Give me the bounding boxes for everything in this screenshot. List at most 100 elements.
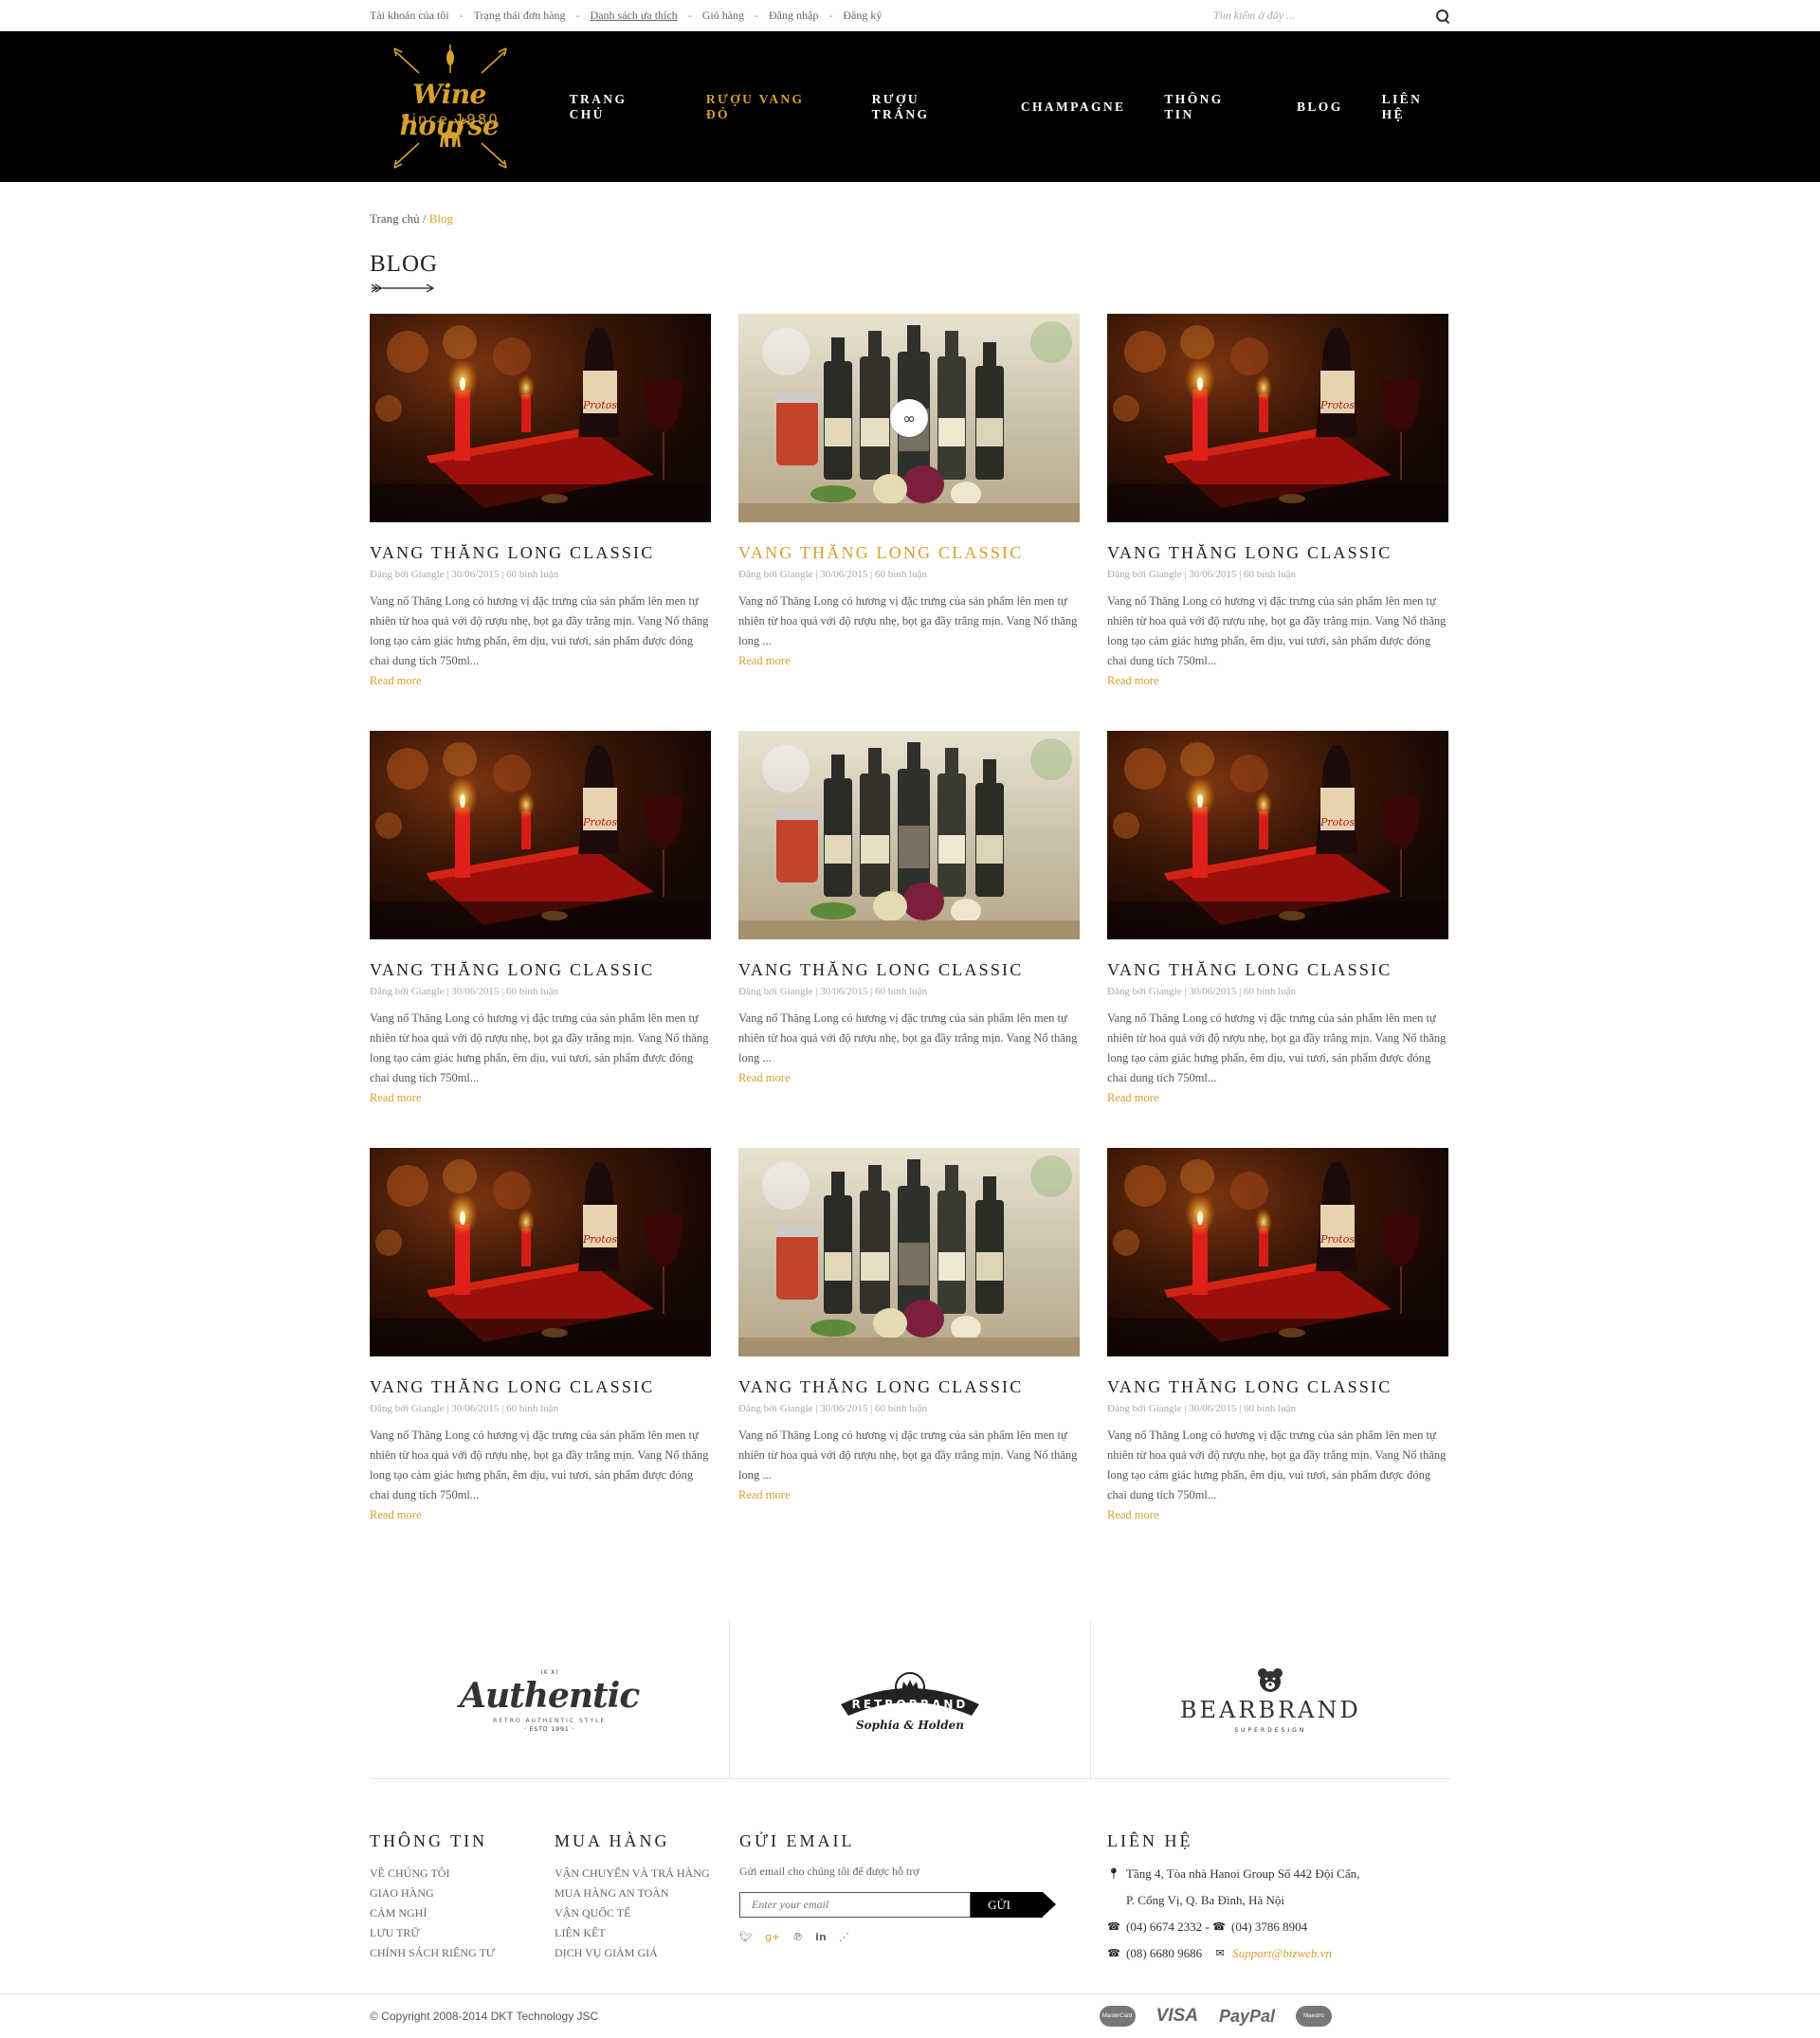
- footer-contact: LIÊN HỆ 📍︎ Tầng 4, Tòa nhà Hanoi Group Số…: [1107, 1831, 1359, 1967]
- blog-post-title[interactable]: VANG THĂNG LONG CLASSIC: [1107, 543, 1448, 563]
- blog-post-image[interactable]: [738, 731, 1080, 939]
- nav-red-wine[interactable]: RƯỢU VANG ĐỎ: [706, 92, 833, 122]
- contact-email-link[interactable]: Support@bizweb.vn: [1232, 1940, 1332, 1967]
- bottom-bar: © Copyright 2008-2014 DKT Technology JSC…: [0, 1993, 1820, 2038]
- svg-text:Protos: Protos: [582, 1233, 617, 1246]
- read-more-link[interactable]: Read more: [1107, 671, 1159, 691]
- footer-link[interactable]: GIAO HÀNG: [370, 1883, 495, 1903]
- retrobrand-badge-icon: RETROBRAND Sophia & Holden: [840, 1672, 979, 1732]
- footer-link[interactable]: DỊCH VỤ GIẢM GIÁ: [555, 1943, 710, 1963]
- brand-authentic-est: · ESTD 1991 ·: [523, 1725, 575, 1733]
- paypal-icon: PayPal: [1218, 2006, 1275, 2026]
- breadcrumb-sep: /: [419, 211, 429, 226]
- blog-post-meta: Đăng bởi Giangle | 30/06/2015 | 60 bình …: [370, 569, 559, 580]
- contact-address-2: P. Cống Vị, Q. Ba Đình, Hà Nội: [1126, 1893, 1284, 1907]
- blog-post-excerpt: Vang nổ Thăng Long có hương vị đặc trưng…: [1107, 594, 1447, 667]
- newsletter-submit-button[interactable]: GỬI: [971, 1892, 1056, 1918]
- maestro-icon: Maestro: [1296, 2006, 1332, 2027]
- footer-link[interactable]: VẬN QUỐC TẾ: [555, 1903, 710, 1923]
- brand-retrobrand-sub: Sophia & Holden: [856, 1719, 964, 1732]
- page-title: BLOG: [370, 251, 439, 277]
- blog-post-image[interactable]: Protos: [370, 314, 711, 522]
- blog-post-image[interactable]: Protos: [370, 731, 711, 939]
- blog-post-title[interactable]: VANG THĂNG LONG CLASSIC: [370, 543, 711, 563]
- blog-post-image[interactable]: Protos: [1107, 314, 1448, 522]
- mastercard-icon: MasterCard: [1099, 2006, 1136, 2027]
- wishlist-link[interactable]: Danh sách ưa thích: [591, 9, 678, 23]
- footer-link[interactable]: LƯU TRỮ: [370, 1923, 495, 1943]
- blog-post-card: Protos VANG THĂNG LONG CLASSIC Đăng bởi G…: [370, 1148, 711, 1565]
- pinterest-icon[interactable]: ℗: [792, 1931, 803, 1943]
- site-logo[interactable]: Wine hourse Since 1980: [370, 31, 531, 182]
- linkedin-icon[interactable]: in: [815, 1931, 827, 1943]
- brand-authentic-top: IX XI: [540, 1668, 558, 1676]
- read-more-link[interactable]: Read more: [1107, 1088, 1159, 1108]
- bear-head-icon: [1258, 1667, 1283, 1692]
- brand-authentic-name: Authentic: [460, 1675, 640, 1716]
- read-more-link[interactable]: Read more: [738, 1485, 791, 1505]
- order-status-link[interactable]: Trạng thái đơn hàng: [474, 9, 566, 23]
- blog-post-title[interactable]: VANG THĂNG LONG CLASSIC: [738, 543, 1080, 563]
- google-plus-icon[interactable]: g+: [765, 1931, 780, 1943]
- brand-retrobrand[interactable]: RETROBRAND Sophia & Holden: [730, 1621, 1091, 1778]
- blog-post-meta: Đăng bởi Giangle | 30/06/2015 | 60 bình …: [1107, 986, 1297, 997]
- read-more-link[interactable]: Read more: [738, 1068, 791, 1088]
- blog-grid: Protos VANG THĂNG LONG CLASSIC Đăng bởi G…: [370, 314, 1450, 1565]
- blog-post-image[interactable]: Protos: [370, 1148, 711, 1356]
- register-link[interactable]: Đăng ký: [843, 9, 882, 23]
- rss-icon[interactable]: ⋰: [839, 1931, 849, 1943]
- account-links: Tài khoản của tôi - Trạng thái đơn hàng …: [370, 9, 882, 23]
- search-icon[interactable]: [1435, 9, 1450, 24]
- nav-blog[interactable]: BLOG: [1297, 100, 1343, 115]
- cart-link[interactable]: Giỏ hàng: [702, 9, 744, 23]
- footer-link[interactable]: VẬN CHUYỂN VÀ TRẢ HÀNG: [555, 1864, 710, 1883]
- breadcrumb-home[interactable]: Trang chủ: [370, 211, 420, 226]
- nav-contact[interactable]: LIÊN HỆ: [1382, 92, 1450, 122]
- footer-newsletter: GỬI EMAIL Gửi email cho chúng tôi để đượ…: [739, 1831, 1056, 1943]
- footer-link[interactable]: LIÊN KẾT: [555, 1923, 710, 1943]
- blog-post-excerpt: Vang nổ Thăng Long có hương vị đặc trưng…: [738, 1011, 1078, 1064]
- brand-bearbrand[interactable]: BEARBRAND SUPERDESIGN: [1091, 1621, 1450, 1778]
- blog-post-image[interactable]: Protos: [1107, 1148, 1448, 1356]
- phone-icon: ☎: [1107, 1947, 1120, 1959]
- svg-text:Protos: Protos: [582, 399, 617, 411]
- link-icon[interactable]: ∞: [890, 399, 928, 437]
- blog-post-image[interactable]: ∞: [738, 314, 1080, 522]
- read-more-link[interactable]: Read more: [370, 1505, 422, 1525]
- footer-shop: MUA HÀNG VẬN CHUYỂN VÀ TRẢ HÀNG MUA HÀNG…: [555, 1831, 710, 1963]
- svg-text:Protos: Protos: [1320, 1233, 1355, 1246]
- brand-authentic-tag: RETRO AUTHENTIC STYLE: [493, 1717, 607, 1724]
- blog-post-title[interactable]: VANG THĂNG LONG CLASSIC: [370, 960, 711, 980]
- twitter-icon[interactable]: 🐦︎: [739, 1931, 753, 1943]
- blog-post-image[interactable]: Protos: [1107, 731, 1448, 939]
- newsletter-email-input[interactable]: [739, 1892, 971, 1918]
- nav-home[interactable]: TRANG CHỦ: [570, 92, 667, 122]
- blog-post-card: Protos VANG THĂNG LONG CLASSIC Đăng bởi G…: [370, 731, 711, 1148]
- blog-post-title[interactable]: VANG THĂNG LONG CLASSIC: [738, 1377, 1080, 1397]
- brand-bearbrand-tag: SUPERDESIGN: [1234, 1726, 1307, 1734]
- read-more-link[interactable]: Read more: [738, 651, 791, 671]
- footer-link[interactable]: CẢM NGHĨ: [370, 1903, 495, 1923]
- read-more-link[interactable]: Read more: [370, 671, 422, 691]
- footer-link[interactable]: VỀ CHÚNG TÔI: [370, 1864, 495, 1883]
- nav-info[interactable]: THÔNG TIN: [1164, 92, 1258, 122]
- brand-retrobrand-name: RETROBRAND: [852, 1698, 969, 1711]
- footer-link[interactable]: CHÍNH SÁCH RIÊNG TƯ: [370, 1943, 495, 1963]
- search-input[interactable]: [1213, 9, 1403, 23]
- read-more-link[interactable]: Read more: [1107, 1505, 1159, 1525]
- social-links: 🐦︎ g+ ℗ in ⋰: [739, 1931, 1043, 1943]
- brand-authentic[interactable]: IX XI Authentic RETRO AUTHENTIC STYLE · …: [370, 1621, 731, 1778]
- nav-champagne[interactable]: CHAMPAGNE: [1021, 100, 1126, 115]
- footer-link[interactable]: MUA HÀNG AN TOÀN: [555, 1883, 710, 1903]
- blog-post-title[interactable]: VANG THĂNG LONG CLASSIC: [1107, 960, 1448, 980]
- login-link[interactable]: Đăng nhập: [769, 9, 818, 23]
- blog-post-title[interactable]: VANG THĂNG LONG CLASSIC: [1107, 1377, 1448, 1397]
- my-account-link[interactable]: Tài khoản của tôi: [370, 9, 449, 23]
- top-bar: Tài khoản của tôi - Trạng thái đơn hàng …: [0, 0, 1820, 31]
- blog-post-title[interactable]: VANG THĂNG LONG CLASSIC: [370, 1377, 711, 1397]
- blog-post-image[interactable]: [738, 1148, 1080, 1356]
- blog-post-title[interactable]: VANG THĂNG LONG CLASSIC: [738, 960, 1080, 980]
- read-more-link[interactable]: Read more: [370, 1088, 422, 1108]
- nav-white-wine[interactable]: RƯỢU TRẮNG: [872, 92, 982, 122]
- separator: -: [828, 9, 833, 22]
